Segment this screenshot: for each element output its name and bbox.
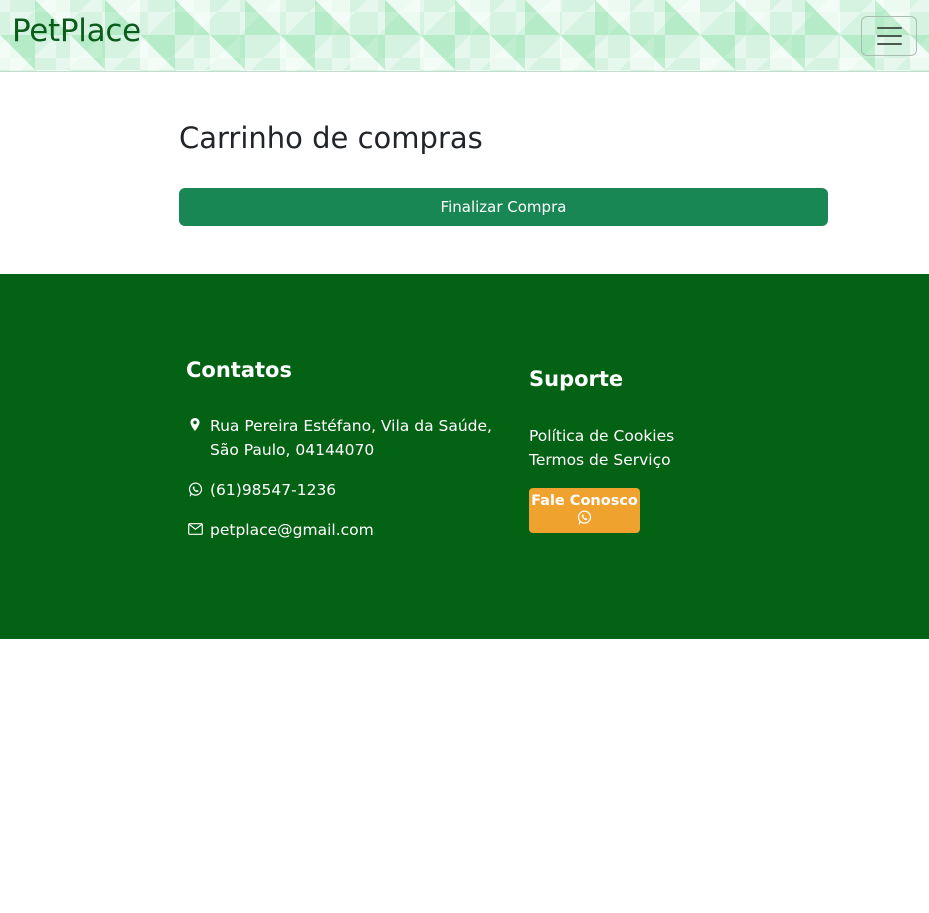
terms-of-service-link[interactable]: Termos de Serviço xyxy=(529,448,674,472)
hamburger-menu-icon xyxy=(876,27,902,29)
footer: Contatos Rua Pereira Estéfano, Vila da S… xyxy=(0,274,929,639)
navbar: PetPlace xyxy=(0,0,929,72)
phone-text[interactable]: (61)98547-1236 xyxy=(210,478,336,502)
email-item: petplace@gmail.com xyxy=(186,518,374,542)
cookie-policy-link[interactable]: Política de Cookies xyxy=(529,424,674,448)
phone-item: (61)98547-1236 xyxy=(186,478,336,502)
hamburger-menu-icon xyxy=(876,43,902,45)
support-heading: Suporte xyxy=(529,367,624,391)
whatsapp-icon xyxy=(186,480,204,498)
whatsapp-icon xyxy=(577,510,592,529)
page-title: Carrinho de compras xyxy=(179,121,483,155)
support-links: Política de Cookies Termos de Serviço xyxy=(529,424,674,472)
contacts-heading: Contatos xyxy=(186,358,292,382)
menu-toggle-button[interactable] xyxy=(861,16,917,56)
address-item: Rua Pereira Estéfano, Vila da Saúde, São… xyxy=(186,414,492,462)
brand-logo[interactable]: PetPlace xyxy=(12,13,141,49)
hamburger-menu-icon xyxy=(876,35,902,37)
envelope-icon xyxy=(186,520,204,538)
checkout-button[interactable]: Finalizar Compra xyxy=(179,188,828,226)
contact-us-label: Fale Conosco xyxy=(531,492,638,509)
location-pin-icon xyxy=(186,416,204,434)
email-text[interactable]: petplace@gmail.com xyxy=(210,518,374,542)
contact-us-button[interactable]: Fale Conosco xyxy=(529,488,640,533)
address-text: Rua Pereira Estéfano, Vila da Saúde, São… xyxy=(210,417,492,459)
